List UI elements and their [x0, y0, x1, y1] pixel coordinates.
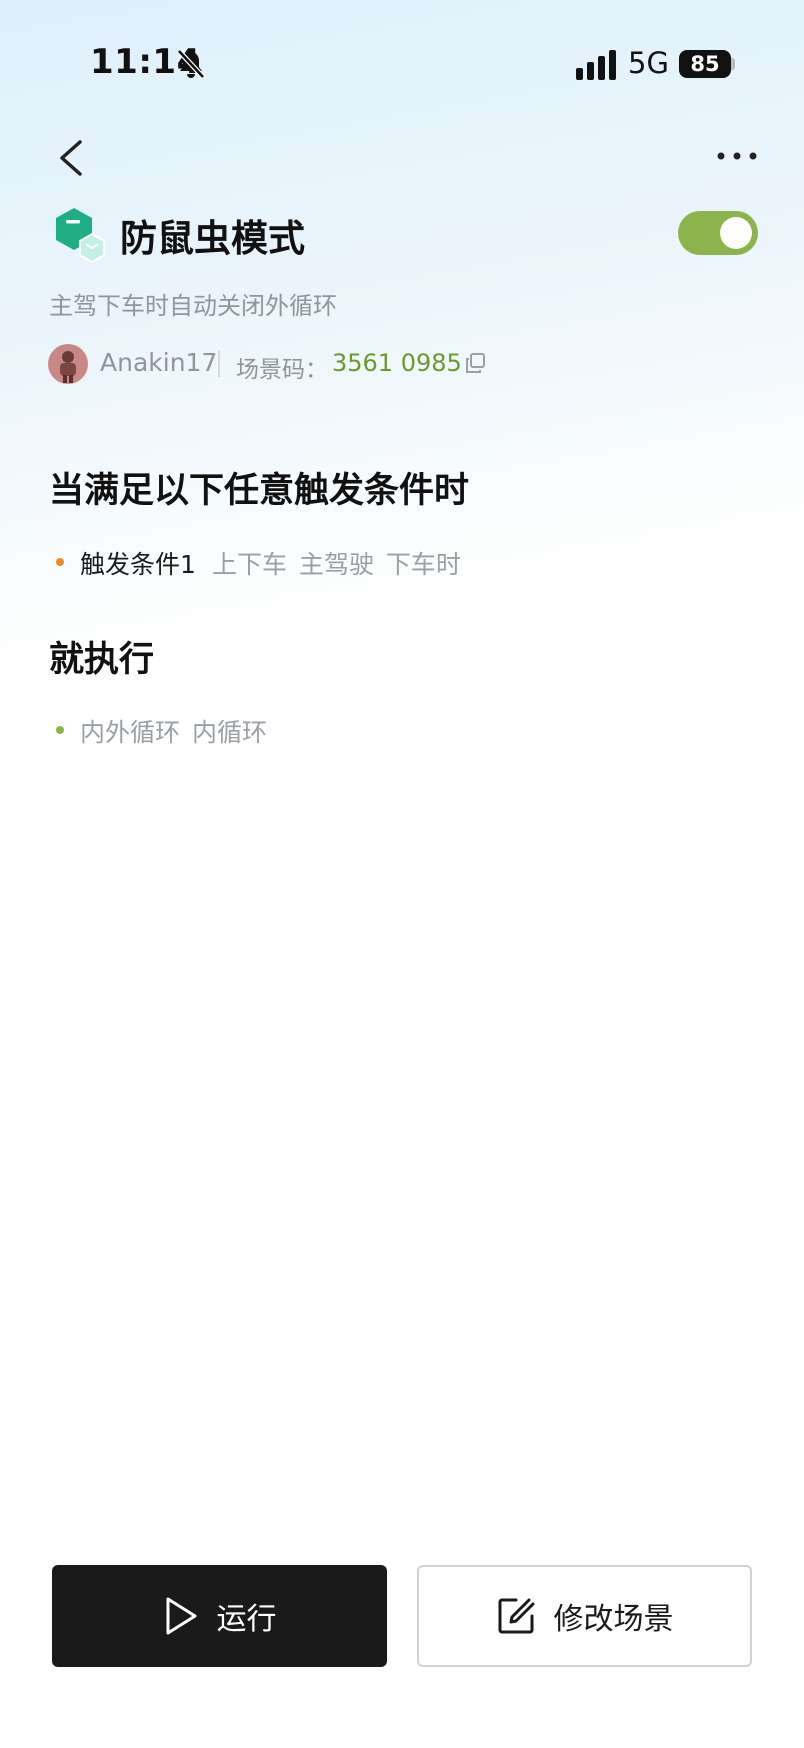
copy-icon[interactable]	[464, 352, 486, 374]
play-icon	[166, 1597, 196, 1635]
edit-scene-button[interactable]: 修改场景	[417, 1565, 752, 1667]
trigger-name: 触发条件1	[80, 550, 196, 579]
action-bullet	[56, 726, 64, 734]
scene-code-value: 3561 0985	[332, 349, 462, 377]
scene-title: 防鼠虫模式	[120, 217, 305, 260]
more-icon[interactable]	[716, 148, 758, 164]
trigger-bullet	[56, 558, 64, 566]
action-detail: 内外循环 内循环	[80, 718, 267, 747]
back-arrow-icon[interactable]	[56, 138, 86, 178]
scene-description: 主驾下车时自动关闭外循环	[49, 292, 337, 320]
toggle-knob	[720, 217, 752, 249]
edit-scene-button-label: 修改场景	[553, 1602, 674, 1637]
run-button-label: 运行	[216, 1602, 277, 1637]
battery-indicator: 85	[679, 50, 731, 78]
trigger-detail: 上下车 主驾驶 下车时	[212, 550, 461, 579]
network-type: 5G	[628, 46, 669, 80]
bell-muted-icon	[177, 49, 205, 79]
scene-icon	[56, 208, 105, 264]
avatar-figure-icon	[60, 351, 76, 383]
scene-enable-toggle[interactable]	[678, 211, 758, 255]
author-name[interactable]: Anakin17	[100, 348, 217, 377]
divider	[218, 351, 220, 377]
battery-tip	[731, 58, 735, 70]
action-heading: 就执行	[49, 640, 155, 680]
avatar[interactable]	[48, 344, 88, 384]
signal-icon	[576, 50, 616, 80]
edit-icon	[498, 1598, 534, 1634]
trigger-heading: 当满足以下任意触发条件时	[49, 471, 470, 511]
scene-code-label: 场景码：	[236, 357, 328, 383]
run-button[interactable]: 运行	[52, 1565, 387, 1667]
